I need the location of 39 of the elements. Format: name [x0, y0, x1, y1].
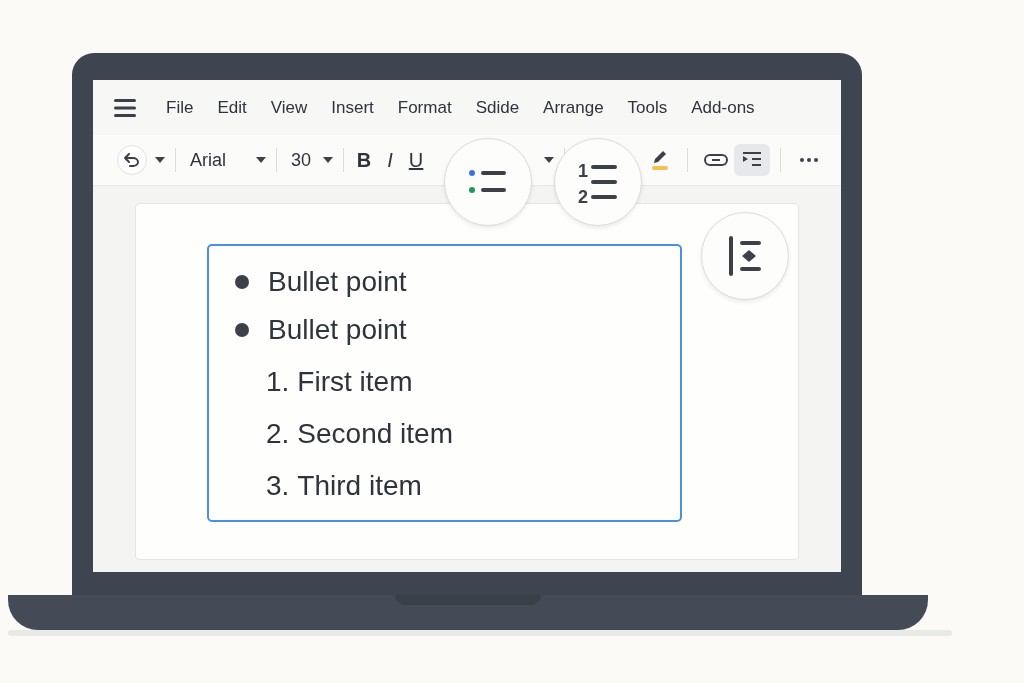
font-name[interactable]: Arial: [190, 149, 226, 171]
menu-item[interactable]: Arrange: [543, 97, 604, 118]
bulleted-list-icon: [469, 170, 507, 194]
text-box[interactable]: Bullet point Bullet point 1. First item 2. Second item 3. Third item: [207, 244, 682, 522]
undo-button[interactable]: [117, 145, 147, 175]
caret-icon[interactable]: [155, 157, 165, 163]
menu-item[interactable]: View: [270, 97, 308, 118]
caret-icon[interactable]: [544, 157, 555, 163]
indent-icon: [742, 152, 763, 168]
caret-icon[interactable]: [323, 157, 334, 163]
list-item-text: Bullet point: [268, 266, 407, 298]
menu-icon[interactable]: [114, 98, 136, 117]
menu-item[interactable]: Add-ons: [691, 97, 755, 118]
caret-icon[interactable]: [256, 157, 266, 163]
menu-item[interactable]: Edit: [217, 97, 247, 118]
bullet-icon: [235, 275, 249, 289]
menu-item[interactable]: Format: [397, 97, 452, 118]
link-icon: [704, 154, 729, 166]
menu-item[interactable]: Tools: [627, 97, 668, 118]
more-icon: [800, 158, 819, 162]
list-item-text: Second item: [297, 418, 453, 450]
list-number: 1.: [266, 366, 290, 398]
menu-item[interactable]: Insert: [331, 97, 374, 118]
italic-button[interactable]: I: [380, 145, 401, 175]
list-item-text: First item: [297, 366, 413, 398]
highlighter-icon: [650, 150, 669, 170]
bullet-icon: [235, 323, 249, 337]
list-number: 2.: [266, 418, 290, 450]
indent-button[interactable]: [734, 144, 771, 176]
indent-icon: [728, 236, 762, 276]
undo-icon: [124, 153, 140, 167]
menu-item[interactable]: File: [166, 97, 194, 118]
menu-item[interactable]: Sdide: [475, 97, 520, 118]
underline-button[interactable]: U: [406, 145, 427, 175]
list-item-text: Third item: [297, 470, 422, 502]
list-item-text: Bullet point: [268, 314, 407, 346]
list-number: 3.: [266, 470, 290, 502]
bold-button[interactable]: B: [354, 145, 375, 175]
font-size[interactable]: 30: [291, 149, 312, 171]
